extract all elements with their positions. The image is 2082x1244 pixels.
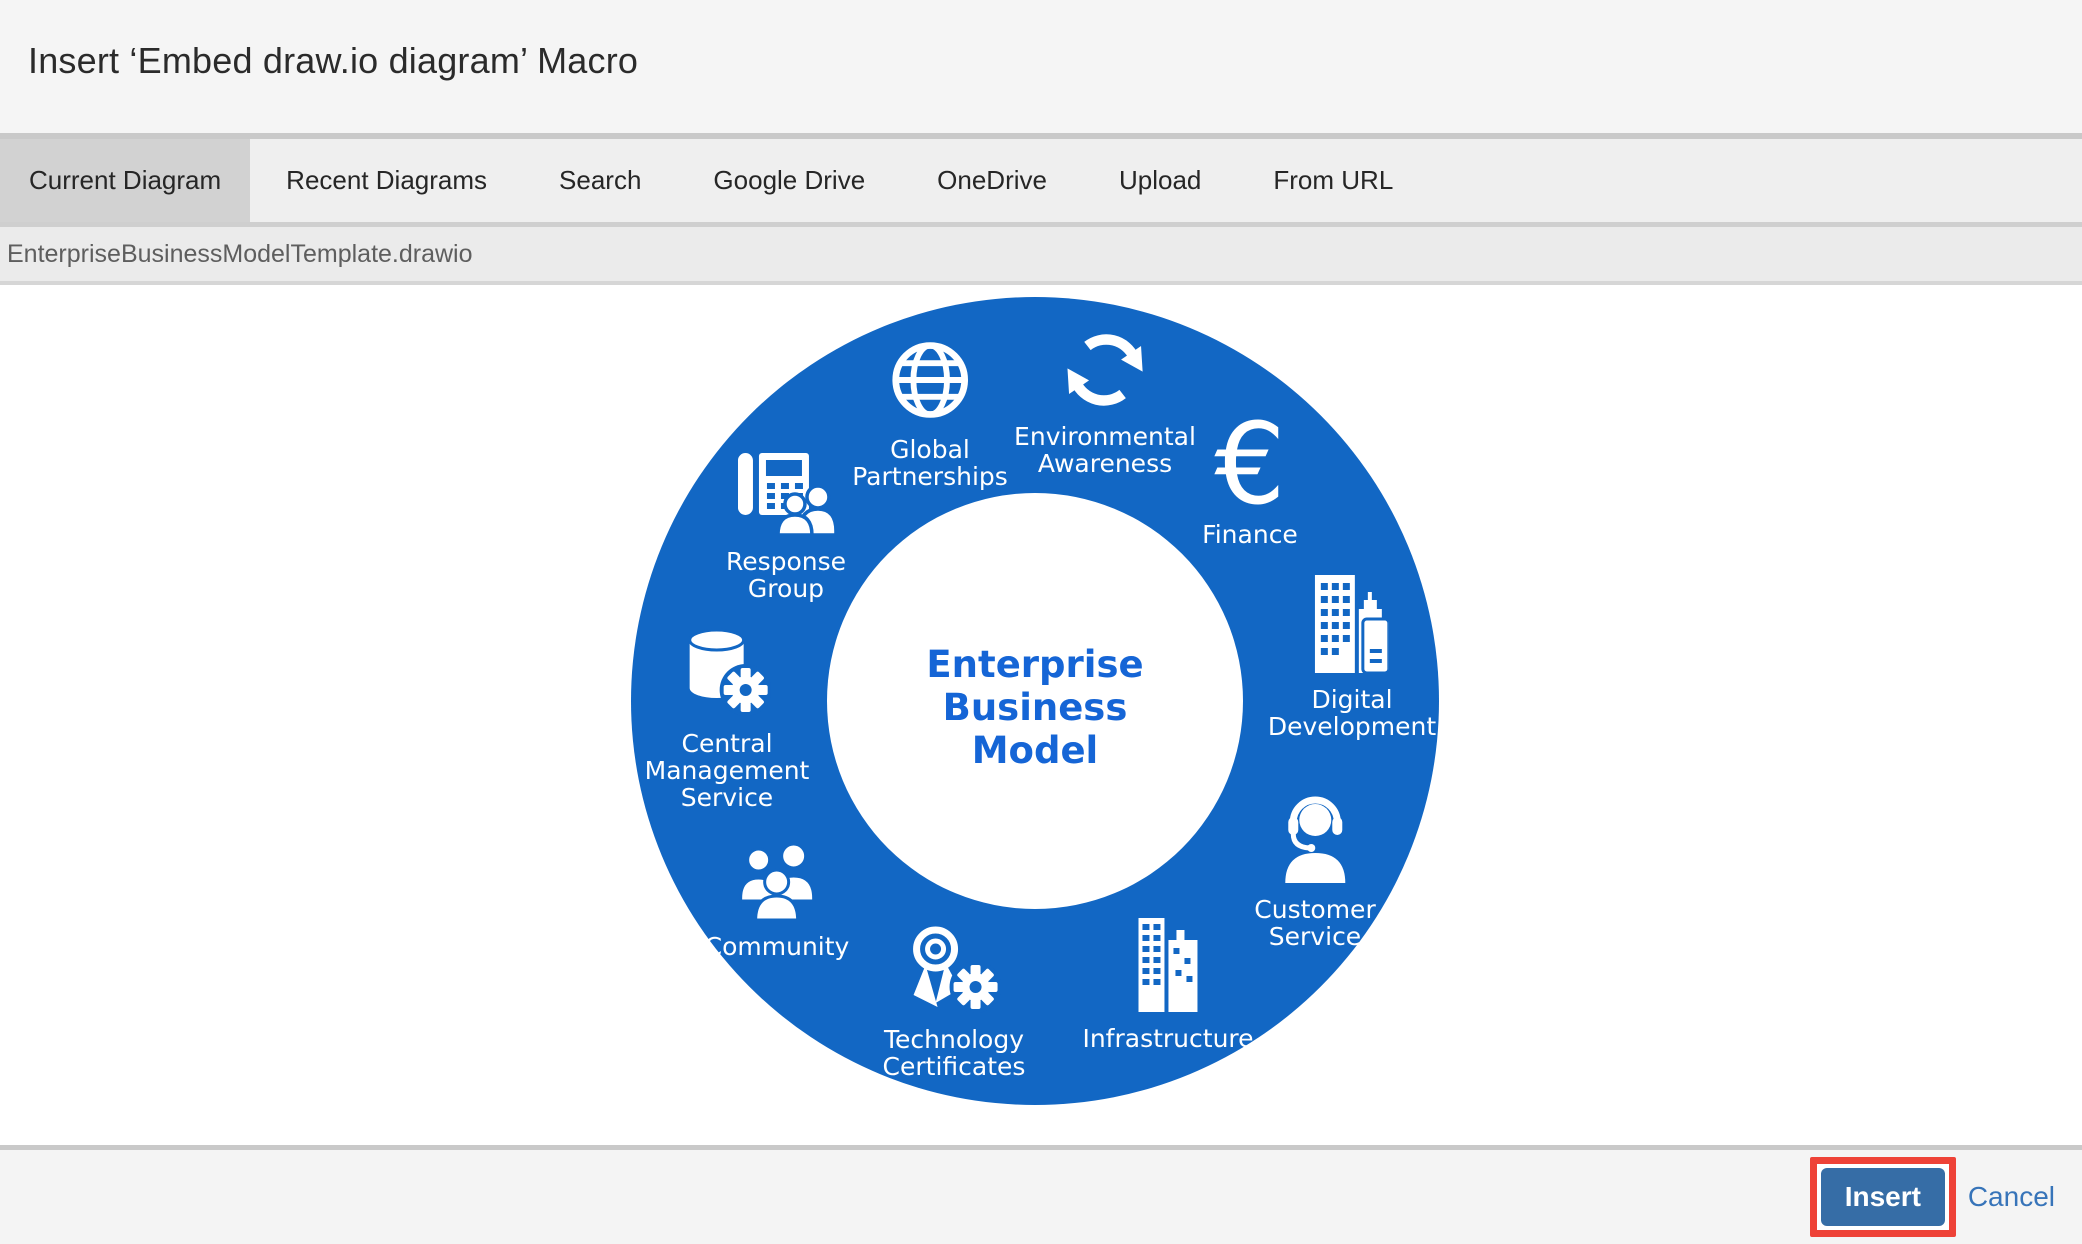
diagram-item-label: Central Management Service <box>645 730 810 811</box>
globe-icon <box>888 337 972 423</box>
tab-google-drive[interactable]: Google Drive <box>677 139 901 222</box>
diagram-item-label: Digital Development <box>1268 686 1436 740</box>
diagram-item-finance: € Finance <box>1200 422 1300 548</box>
diagram-item-technology-certificates: Technology Certificates <box>883 925 1026 1080</box>
diagram-item-label: Environmental Awareness <box>1014 423 1196 477</box>
tab-search[interactable]: Search <box>523 139 677 222</box>
tab-onedrive[interactable]: OneDrive <box>901 139 1083 222</box>
headset-person-icon <box>1277 792 1353 883</box>
diagram-item-infrastructure: Infrastructure <box>1082 918 1253 1052</box>
recycle-arrows-icon <box>1065 330 1145 410</box>
tab-recent-diagrams[interactable]: Recent Diagrams <box>250 139 523 222</box>
people-group-icon <box>737 838 817 920</box>
diagram-item-customer-service: Customer Service <box>1254 792 1375 950</box>
diagram-item-global-partnerships: Global Partnerships <box>852 337 1008 490</box>
dialog-title: Insert ‘Embed draw.io diagram’ Macro <box>28 40 638 82</box>
diagram-item-environmental-awareness: Environmental Awareness <box>1014 330 1196 477</box>
diagram-item-response-group: Response Group <box>726 447 846 602</box>
tab-bar: Current Diagram Recent Diagrams Search G… <box>0 139 2082 222</box>
euro-icon: € <box>1200 422 1300 508</box>
diagram-center-title: Enterprise Business Model <box>825 643 1245 772</box>
tab-current-diagram[interactable]: Current Diagram <box>0 139 250 222</box>
diagram-item-label: Finance <box>1200 521 1300 548</box>
diagram-item-label: Community <box>705 933 850 960</box>
diagram-item-digital-development: Digital Development <box>1268 575 1436 740</box>
ribbon-gear-icon <box>906 925 1002 1013</box>
filename-label: EnterpriseBusinessModelTemplate.drawio <box>7 240 473 269</box>
tab-from-url[interactable]: From URL <box>1237 139 1429 222</box>
diagram-item-label: Technology Certificates <box>883 1026 1026 1080</box>
diagram-item-label: Global Partnerships <box>852 436 1008 490</box>
diagram-item-label: Response Group <box>726 548 846 602</box>
dialog-header: Insert ‘Embed draw.io diagram’ Macro <box>0 0 2082 133</box>
buildings-server-icon <box>1315 575 1389 673</box>
diagram-item-central-management-service: Central Management Service <box>645 628 810 811</box>
insert-highlight-annotation: Insert <box>1810 1157 1956 1237</box>
dialog-footer: Insert Cancel <box>0 1145 2082 1244</box>
insert-button[interactable]: Insert <box>1821 1168 1945 1226</box>
filename-bar: EnterpriseBusinessModelTemplate.drawio <box>0 222 2082 285</box>
building-icon <box>1138 918 1197 1012</box>
tab-upload[interactable]: Upload <box>1083 139 1237 222</box>
cancel-link[interactable]: Cancel <box>1968 1181 2055 1213</box>
diagram-item-community: Community <box>705 838 850 960</box>
diagram-item-label: Infrastructure <box>1082 1025 1253 1052</box>
phone-people-icon <box>737 447 834 535</box>
database-gear-icon <box>684 628 771 717</box>
diagram-item-label: Customer Service <box>1254 896 1375 950</box>
diagram-preview: Enterprise Business Model Global Partner… <box>0 285 2082 1145</box>
